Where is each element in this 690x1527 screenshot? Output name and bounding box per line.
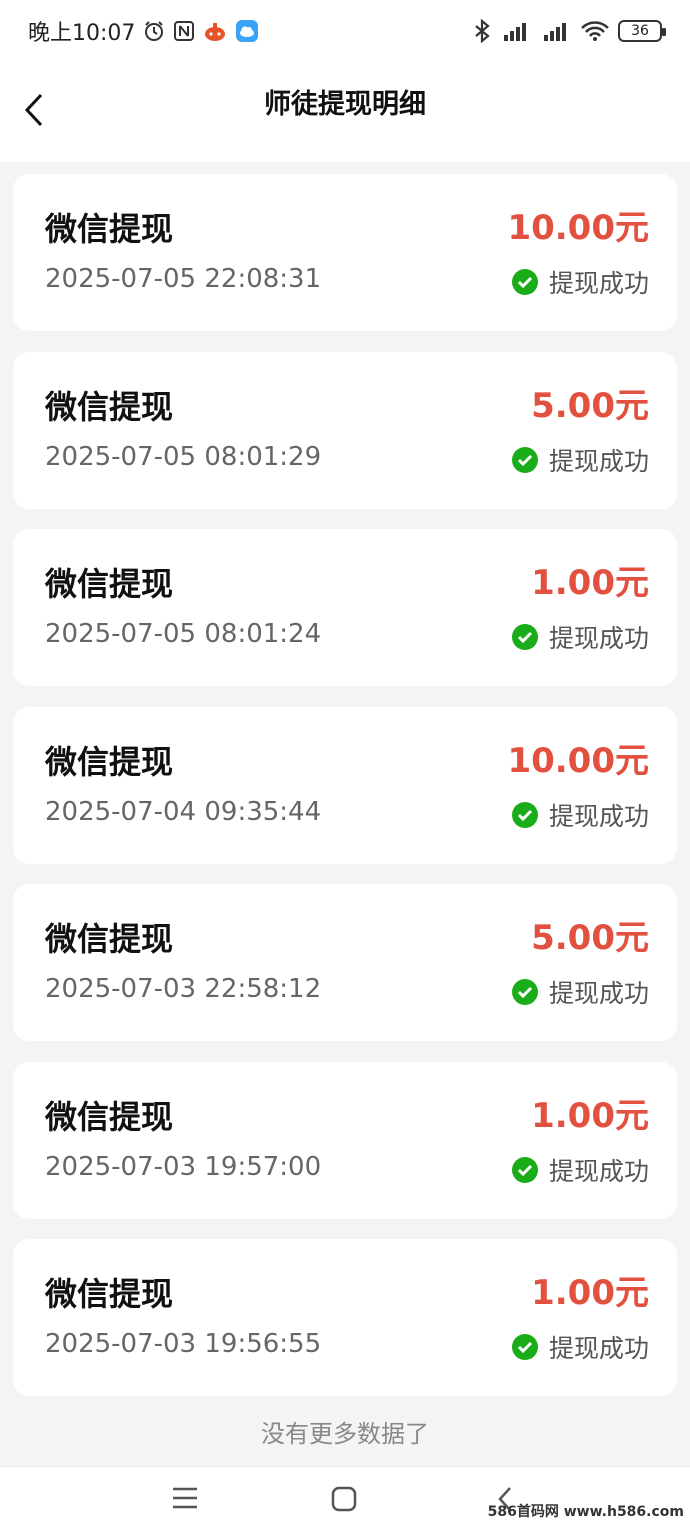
record-amount: 1.00元 — [531, 563, 649, 603]
record-time: 2025-07-03 19:56:55 — [45, 1329, 322, 1359]
record-status-text: 提现成功 — [548, 1334, 649, 1363]
record-title: 微信提现 — [45, 565, 174, 603]
record-status: 提现成功 — [511, 974, 649, 1010]
record-amount: 1.00元 — [531, 1273, 649, 1313]
battery-indicator: 36 — [618, 20, 666, 42]
record-status: 提现成功 — [511, 1329, 649, 1365]
page-title: 师徒提现明细 — [264, 89, 426, 120]
withdrawal-record[interactable]: 微信提现 1.00元 2025-07-03 19:56:55 提现成功 — [13, 1239, 677, 1396]
record-status-text: 提现成功 — [548, 1156, 649, 1186]
withdrawal-list: 微信提现 10.00元 2025-07-05 22:08:31 提现成功 微信提… — [13, 174, 677, 1417]
withdrawal-record[interactable]: 微信提现 1.00元 2025-07-03 19:57:00 提现成功 — [13, 1061, 677, 1219]
withdrawal-record[interactable]: 微信提现 10.00元 2025-07-05 22:08:31 提现成功 — [13, 174, 677, 331]
record-time: 2025-07-04 09:35:44 — [45, 796, 322, 827]
record-title: 微信提现 — [45, 742, 174, 781]
record-amount: 5.00元 — [531, 918, 649, 958]
menu-icon — [173, 1487, 197, 1509]
record-status: 提现成功 — [511, 264, 649, 300]
record-title: 微信提现 — [45, 387, 174, 426]
wechat-icon — [511, 624, 538, 650]
record-status-text: 提现成功 — [548, 446, 649, 476]
withdrawal-record[interactable]: 微信提现 1.00元 2025-07-05 08:01:24 提现成功 — [13, 529, 677, 686]
home-button[interactable] — [330, 1485, 358, 1513]
record-status-text: 提现成功 — [548, 801, 649, 831]
wechat-icon — [511, 801, 538, 828]
record-title: 微信提现 — [45, 210, 174, 248]
wechat-icon — [511, 1334, 538, 1360]
record-time: 2025-07-05 08:01:29 — [45, 441, 322, 472]
record-status-text: 提现成功 — [548, 269, 649, 298]
wechat-icon — [511, 1156, 538, 1183]
status-left: 晚上10:07 — [28, 15, 259, 47]
weather-icon — [235, 19, 259, 43]
status-right: 36 — [472, 19, 666, 43]
record-amount: 5.00元 — [531, 385, 649, 426]
record-status: 提现成功 — [511, 797, 649, 833]
record-status: 提现成功 — [511, 619, 649, 655]
nfc-icon — [173, 20, 195, 42]
record-title: 微信提现 — [45, 1275, 174, 1313]
withdrawal-record[interactable]: 微信提现 5.00元 2025-07-05 08:01:29 提现成功 — [13, 351, 677, 509]
app-notification-icon — [203, 20, 227, 42]
nav-bar: 师徒提现明细 — [0, 62, 690, 162]
signal-1-icon — [500, 20, 532, 42]
wechat-icon — [511, 979, 538, 1005]
home-icon — [331, 1486, 357, 1512]
menu-button[interactable] — [170, 1485, 200, 1511]
signal-2-icon — [540, 20, 572, 42]
record-status-text: 提现成功 — [548, 979, 649, 1008]
record-time: 2025-07-05 08:01:24 — [45, 619, 322, 649]
record-title: 微信提现 — [45, 1097, 174, 1136]
watermark-text: 586首码网 www.h586.com — [487, 1504, 684, 1520]
withdrawal-record[interactable]: 微信提现 5.00元 2025-07-03 22:58:12 提现成功 — [13, 884, 677, 1041]
system-nav-bar: 586首码网 www.h586.com — [0, 1466, 690, 1527]
withdrawal-record[interactable]: 微信提现 10.00元 2025-07-04 09:35:44 提现成功 — [13, 706, 677, 864]
status-bar: 晚上10:07 36 — [0, 0, 690, 62]
record-status: 提现成功 — [511, 1152, 649, 1188]
record-title: 微信提现 — [45, 920, 174, 958]
wifi-icon — [580, 20, 610, 42]
no-more-data-text: 没有更多数据了 — [261, 1420, 429, 1448]
record-time: 2025-07-05 22:08:31 — [45, 264, 322, 294]
record-time: 2025-07-03 19:57:00 — [45, 1151, 322, 1182]
record-amount: 10.00元 — [507, 208, 649, 248]
alarm-icon — [143, 20, 165, 42]
wechat-icon — [511, 269, 538, 295]
record-amount: 1.00元 — [531, 1095, 649, 1136]
record-amount: 10.00元 — [507, 740, 649, 781]
record-status: 提现成功 — [511, 442, 649, 478]
record-time: 2025-07-03 22:58:12 — [45, 974, 322, 1004]
wechat-icon — [511, 446, 538, 473]
status-time: 晚上10:07 — [28, 21, 136, 46]
bluetooth-icon — [472, 19, 492, 43]
record-status-text: 提现成功 — [548, 624, 649, 653]
